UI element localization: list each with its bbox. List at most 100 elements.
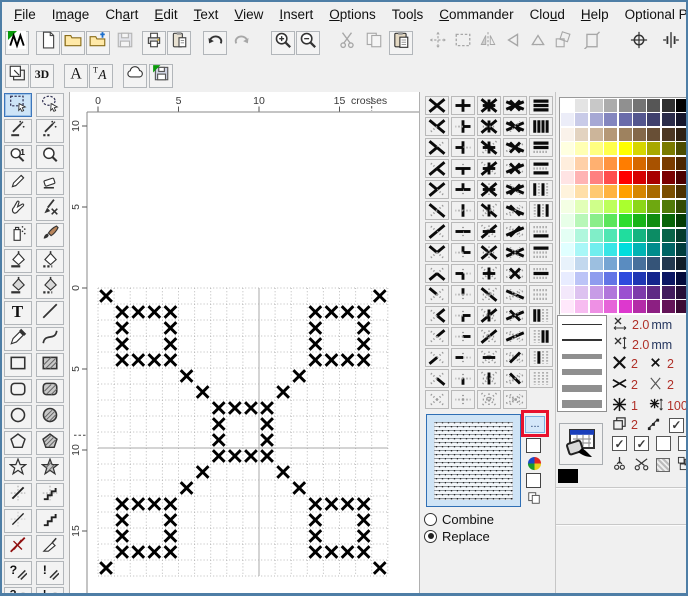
clear-brush-tool-button[interactable] <box>36 197 64 221</box>
brush-tool-button[interactable] <box>36 223 64 247</box>
rectangle-filled-tool-button[interactable] <box>36 353 64 377</box>
stitch-upright-cross-v15-button[interactable] <box>451 390 475 409</box>
stitch-upright-cross-v13-button[interactable] <box>451 348 475 367</box>
zoom-out-button[interactable] <box>296 30 320 55</box>
palette-color-r5-c6[interactable] <box>632 156 646 170</box>
palette-color-r1-c9[interactable] <box>676 99 686 112</box>
apply-fill-button[interactable] <box>559 423 603 465</box>
palette-color-r13-c1[interactable] <box>561 271 574 285</box>
stitch-upright-cross-v12-button[interactable] <box>451 327 475 346</box>
palette-color-r11-c6[interactable] <box>632 242 646 256</box>
pentagon-filled-tool-button[interactable] <box>36 431 64 455</box>
palette-color-r9-c7[interactable] <box>647 214 661 228</box>
backstitch-line-tool-button[interactable] <box>4 483 32 507</box>
palette-color-r5-c8[interactable] <box>661 156 675 170</box>
fill-pattern-tool-button[interactable] <box>4 275 32 299</box>
stitch-double-cross-v12-button[interactable] <box>477 327 501 346</box>
palette-color-r3-c5[interactable] <box>618 127 632 141</box>
palette-color-r7-c8[interactable] <box>661 185 675 199</box>
palette-color-r2-c3[interactable] <box>589 113 603 127</box>
stitch-elongated-cross-v9-button[interactable] <box>503 264 527 283</box>
stitch-cross-v3-button[interactable] <box>425 138 449 157</box>
palette-color-r9-c4[interactable] <box>604 214 618 228</box>
palette-color-r3-c8[interactable] <box>661 127 675 141</box>
menu-tools[interactable]: Tools <box>384 5 432 24</box>
palette-color-r12-c2[interactable] <box>575 257 589 271</box>
stitch-upright-cross-v7-button[interactable] <box>451 222 475 241</box>
combine-radio[interactable]: Combine <box>424 511 494 527</box>
stitch-cross-v4-button[interactable] <box>425 159 449 178</box>
stitch-double-cross-v14-button[interactable] <box>477 369 501 388</box>
palette-color-r6-c5[interactable] <box>618 170 632 184</box>
palette-color-r10-c8[interactable] <box>661 228 675 242</box>
stitch-gobelin-v11-button[interactable] <box>529 306 553 325</box>
stitch-upright-cross-v6-button[interactable] <box>451 201 475 220</box>
palette-color-r15-c1[interactable] <box>561 300 574 314</box>
line-tool-button[interactable] <box>36 301 64 325</box>
stitch-double-cross-v8-button[interactable] <box>477 243 501 262</box>
palette-color-r8-c5[interactable] <box>618 199 632 213</box>
stitch-gobelin-v6-button[interactable] <box>529 201 553 220</box>
backstitch-step-tool-button[interactable] <box>36 483 64 507</box>
palette-color-r10-c1[interactable] <box>561 228 574 242</box>
stitch-gobelin-v7-button[interactable] <box>529 222 553 241</box>
palette-color-r12-c5[interactable] <box>618 257 632 271</box>
palette-color-r9-c8[interactable] <box>661 214 675 228</box>
palette-color-r2-c5[interactable] <box>618 113 632 127</box>
palette-color-r1-c6[interactable] <box>632 99 646 112</box>
palette-color-r7-c7[interactable] <box>647 185 661 199</box>
palette-color-r9-c3[interactable] <box>589 214 603 228</box>
palette-color-r5-c7[interactable] <box>647 156 661 170</box>
fill-area-tool-button[interactable] <box>36 249 64 273</box>
line-style-option-5[interactable] <box>558 380 606 396</box>
menu-view[interactable]: View <box>226 5 271 24</box>
center-design-button[interactable] <box>627 31 651 55</box>
ellipse-filled-tool-button[interactable] <box>36 405 64 429</box>
palette-color-r11-c7[interactable] <box>647 242 661 256</box>
rounded-rect-filled-tool-button[interactable] <box>36 379 64 403</box>
star-filled-tool-button[interactable] <box>36 456 64 481</box>
palette-color-r12-c6[interactable] <box>632 257 646 271</box>
stitch-elongated-cross-v2-button[interactable] <box>503 117 527 136</box>
palette-color-r1-c8[interactable] <box>661 99 675 112</box>
palette-color-r3-c6[interactable] <box>632 127 646 141</box>
palette-color-r9-c9[interactable] <box>676 214 686 228</box>
cloud-shape-button[interactable] <box>123 63 147 88</box>
stitch-cross-v5-button[interactable] <box>425 180 449 199</box>
palette-color-r13-c8[interactable] <box>661 271 675 285</box>
palette-color-r4-c9[interactable] <box>676 142 686 156</box>
palette-color-r11-c2[interactable] <box>575 242 589 256</box>
palette-color-r5-c9[interactable] <box>676 156 686 170</box>
palette-color-r12-c9[interactable] <box>676 257 686 271</box>
stitch-gobelin-v8-button[interactable] <box>529 243 553 262</box>
text-style-button[interactable]: TA <box>89 63 113 88</box>
palette-color-r4-c8[interactable] <box>661 142 675 156</box>
stitch-double-cross-v9-button[interactable] <box>477 264 501 283</box>
menu-edit[interactable]: Edit <box>146 5 185 24</box>
print-button[interactable] <box>142 30 166 55</box>
line-style-option-3[interactable] <box>558 348 606 364</box>
palette-color-r5-c4[interactable] <box>604 156 618 170</box>
line-style-option-2[interactable] <box>558 332 606 348</box>
palette-color-r3-c7[interactable] <box>647 127 661 141</box>
palette-color-r11-c8[interactable] <box>661 242 675 256</box>
stitch-double-cross-v7-button[interactable] <box>477 222 501 241</box>
delete-backstitch-tool-button[interactable] <box>4 535 32 559</box>
stitch-cross-v10-button[interactable] <box>425 285 449 304</box>
palette-color-r9-c2[interactable] <box>575 214 589 228</box>
palette-color-r4-c6[interactable] <box>632 142 646 156</box>
palette-color-r1-c7[interactable] <box>647 99 661 112</box>
stitch-elongated-cross-v3-button[interactable] <box>503 138 527 157</box>
stitch-cross-v14-button[interactable] <box>425 369 449 388</box>
palette-color-r7-c9[interactable] <box>676 185 686 199</box>
zoom-tool-button[interactable] <box>36 145 64 169</box>
palette-color-r2-c8[interactable] <box>661 113 675 127</box>
stitch-gobelin-v10-button[interactable] <box>529 285 553 304</box>
print-preview-button[interactable] <box>167 30 191 55</box>
palette-color-r6-c2[interactable] <box>575 170 589 184</box>
palette-color-r5-c1[interactable] <box>561 156 574 170</box>
palette-color-r15-c9[interactable] <box>676 300 686 314</box>
spray-tool-button[interactable] <box>4 223 32 247</box>
checkbox-unchecked[interactable] <box>678 436 686 451</box>
palette-color-r4-c3[interactable] <box>589 142 603 156</box>
